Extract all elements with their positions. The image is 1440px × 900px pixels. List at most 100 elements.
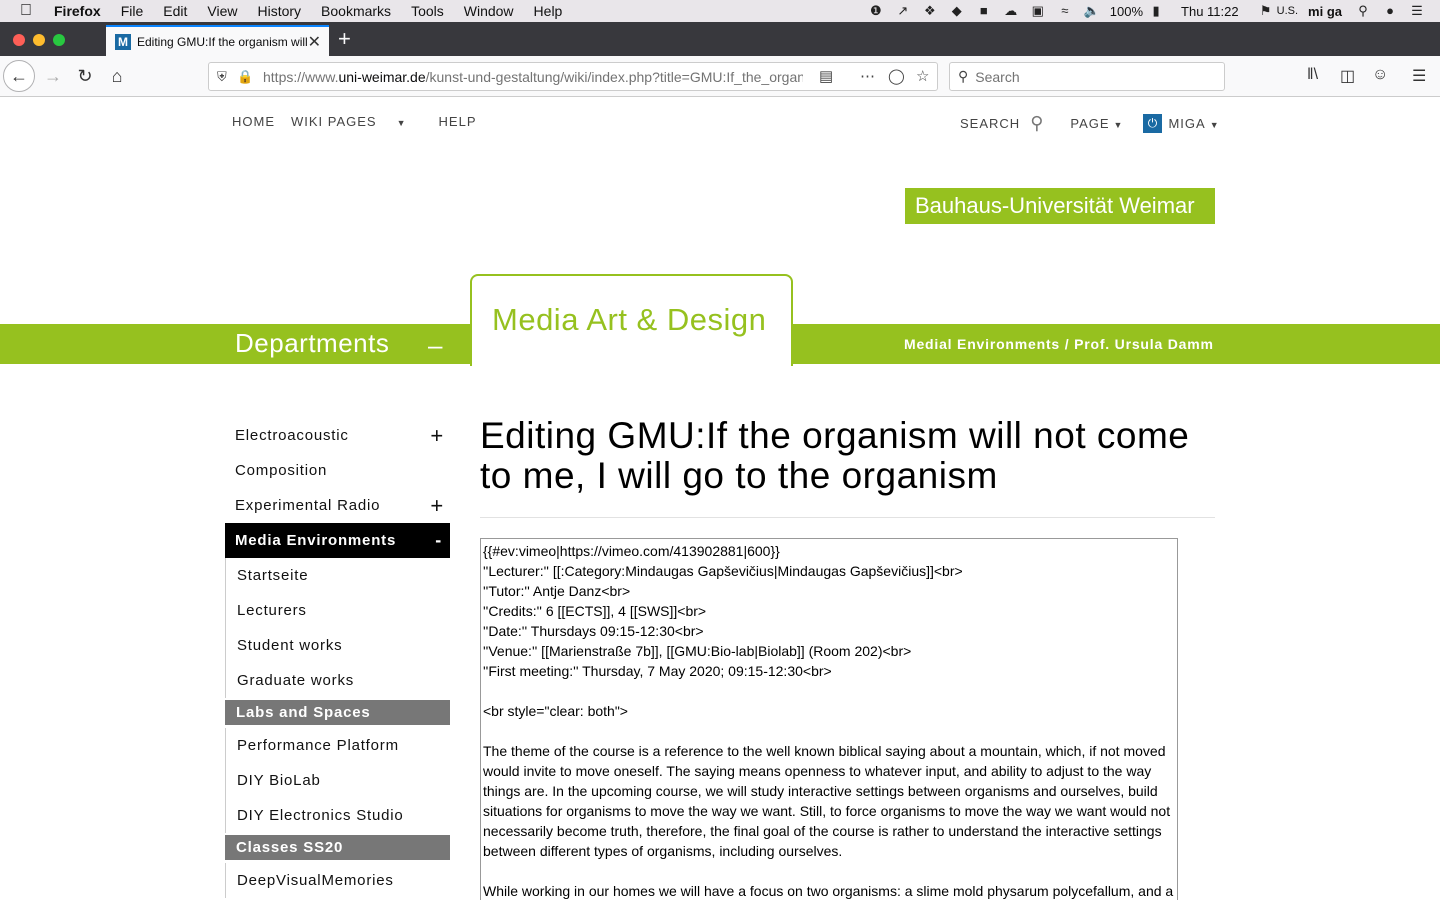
url-domain: uni-weimar.de [338, 68, 426, 85]
siri-icon[interactable]: ● [1381, 3, 1399, 19]
sidebar-item-experimental-radio[interactable]: Experimental Radio + [225, 488, 450, 523]
tab-title: Editing GMU:If the organism will not com… [137, 34, 307, 49]
section-tab[interactable]: Media Art & Design [470, 274, 793, 366]
nav-search[interactable]: SEARCH [960, 116, 1020, 131]
vpn-icon[interactable]: ▣ [1029, 3, 1047, 19]
new-tab-icon[interactable]: + [338, 26, 351, 52]
chair-link[interactable]: Medial Environments / Prof. Ursula Damm [904, 336, 1214, 352]
back-button-icon[interactable]: ← [3, 60, 35, 92]
sidebar-subitem-diy-biolab[interactable]: DIY BioLab [225, 763, 450, 798]
wikitext-editor[interactable]: {{#ev:vimeo|https://vimeo.com/413902881|… [480, 538, 1178, 900]
section-title: Media Art & Design [492, 302, 767, 337]
editor-line: ''Lecturer:'' [[:Category:Mindaugas Gapš… [483, 563, 963, 579]
sidebar-heading-labs: Labs and Spaces [225, 700, 450, 725]
url-prefix: https://www. [263, 68, 339, 85]
status-area: ❶ ↗ ❖ ◆ ■ ☁ ▣ ≈ 🔈 100% ▮ Thu 11:22 ⚑ U.S… [867, 0, 1440, 22]
university-logo[interactable]: Bauhaus-Universität Weimar [905, 188, 1215, 224]
nav-page-label: PAGE [1070, 116, 1110, 131]
nav-help[interactable]: HELP [439, 114, 477, 129]
reload-icon[interactable]: ↻ [73, 64, 97, 88]
notification-badge-icon[interactable]: ❶ [867, 3, 885, 19]
url-text[interactable]: https://www.uni-weimar.de/kunst-und-gest… [263, 69, 803, 85]
battery-percent[interactable]: 100% [1110, 4, 1143, 19]
nav-wiki-pages[interactable]: WIKI PAGES ▼ [291, 114, 423, 129]
nav-page[interactable]: PAGE ▼ [1070, 116, 1123, 131]
sidebar-toggle-icon[interactable]: ◫ [1340, 66, 1355, 86]
menu-bookmarks[interactable]: Bookmarks [321, 3, 391, 19]
account-icon[interactable]: ☺ [1372, 66, 1388, 84]
sidebar-item-label: Electroacoustic [235, 427, 349, 444]
menu-app-name[interactable]: Firefox [54, 3, 101, 19]
menu-view[interactable]: View [207, 3, 237, 19]
nav-wiki-pages-label: WIKI PAGES [291, 114, 377, 129]
user-power-icon[interactable]: ⏻ [1143, 114, 1163, 133]
wifi-icon[interactable]: ≈ [1056, 3, 1074, 19]
clock[interactable]: Thu 11:22 [1181, 4, 1239, 19]
drive-icon[interactable]: ■ [975, 3, 993, 19]
sidebar-subitem-diy-electronics[interactable]: DIY Electronics Studio [225, 798, 450, 833]
bookmark-star-icon[interactable]: ☆ [916, 67, 929, 85]
sidebar-subitem-performance-platform[interactable]: Performance Platform [225, 728, 450, 763]
forward-button-icon[interactable]: → [41, 64, 65, 88]
cloud-icon[interactable]: ☁ [1002, 3, 1020, 19]
departments-collapse-button[interactable]: – [428, 330, 442, 361]
editor-line: ''Venue:'' [[Marienstraße 7b]], [[GMU:Bi… [483, 643, 912, 659]
menu-help[interactable]: Help [534, 3, 563, 19]
input-source[interactable]: U.S. [1277, 5, 1298, 17]
sidebar-subitem-lecturers[interactable]: Lecturers [225, 593, 450, 628]
navigation-toolbar: ← → ↻ ⌂ ⛨ 🔒 https://www.uni-weimar.de/ku… [0, 56, 1440, 97]
user-name[interactable]: mi ga [1308, 4, 1342, 19]
sidebar-item-composition[interactable]: Composition [225, 453, 450, 488]
nav-user[interactable]: MIGA ▼ [1168, 116, 1219, 131]
zoom-window-icon[interactable] [53, 34, 65, 46]
minimize-window-icon[interactable] [33, 34, 45, 46]
library-icon[interactable]: ‖\ [1307, 66, 1318, 84]
menu-edit[interactable]: Edit [163, 3, 187, 19]
spotlight-icon[interactable]: ⚲ [1354, 3, 1372, 19]
page-actions-icon[interactable]: ⋯ [860, 67, 875, 85]
active-tab[interactable]: M Editing GMU:If the organism will not c… [106, 25, 329, 56]
sidebar-item-electroacoustic[interactable]: Electroacoustic + [225, 418, 450, 453]
sidebar-item-media-environments[interactable]: Media Environments - [225, 523, 450, 558]
menu-tools[interactable]: Tools [411, 3, 444, 19]
sidebar-subitem-graduate-works[interactable]: Graduate works [225, 663, 450, 698]
cursor-app-icon[interactable]: ↗ [894, 3, 912, 19]
sidebar-subitem-deepvisualmemories[interactable]: DeepVisualMemories BA/BfA [225, 863, 450, 898]
site-favicon-icon: M [115, 33, 131, 50]
departments-title[interactable]: Departments [235, 328, 389, 359]
volume-icon[interactable]: 🔈 [1083, 3, 1101, 19]
editor-line: <br style="clear: both"> [483, 703, 628, 719]
close-tab-icon[interactable]: ✕ [308, 32, 321, 52]
tracking-shield-icon[interactable]: ⛨ [217, 69, 233, 85]
home-icon[interactable]: ⌂ [105, 64, 129, 88]
dropbox-icon[interactable]: ❖ [921, 3, 939, 19]
lock-icon[interactable]: 🔒 [237, 69, 253, 85]
menu-file[interactable]: File [121, 3, 144, 19]
sidebar-subitem-student-works[interactable]: Student works [225, 628, 450, 663]
flag-icon[interactable]: ⚑ [1257, 3, 1275, 19]
hamburger-menu-icon[interactable]: ☰ [1412, 66, 1426, 86]
chevron-down-icon: ▼ [396, 118, 407, 128]
reader-view-icon[interactable]: ▤ [819, 67, 833, 85]
notification-center-icon[interactable]: ☰ [1408, 3, 1426, 19]
expand-plus-icon[interactable]: + [430, 488, 444, 523]
editor-line: ''Date:'' Thursdays 09:15-12:30<br> [483, 623, 704, 639]
url-bar[interactable]: ⛨ 🔒 https://www.uni-weimar.de/kunst-und-… [208, 62, 938, 91]
expand-plus-icon[interactable]: + [430, 418, 444, 453]
pocket-icon[interactable]: ◯ [888, 67, 905, 85]
editor-line: ''First meeting:'' Thursday, 7 May 2020;… [483, 663, 832, 679]
shield-app-icon[interactable]: ◆ [948, 3, 966, 19]
collapse-minus-icon[interactable]: - [435, 523, 442, 558]
search-bar[interactable]: ⚲ Search [949, 62, 1225, 91]
chevron-down-icon: ▼ [1113, 120, 1124, 130]
menu-history[interactable]: History [257, 3, 301, 19]
menu-window[interactable]: Window [464, 3, 514, 19]
apple-menu-icon[interactable]:  [20, 3, 40, 19]
close-window-icon[interactable] [13, 34, 25, 46]
battery-icon[interactable]: ▮ [1147, 3, 1165, 19]
sidebar-subitem-startseite[interactable]: Startseite [225, 558, 450, 593]
nav-home[interactable]: HOME [232, 114, 275, 129]
search-icon[interactable]: ⚲ [1030, 114, 1044, 132]
